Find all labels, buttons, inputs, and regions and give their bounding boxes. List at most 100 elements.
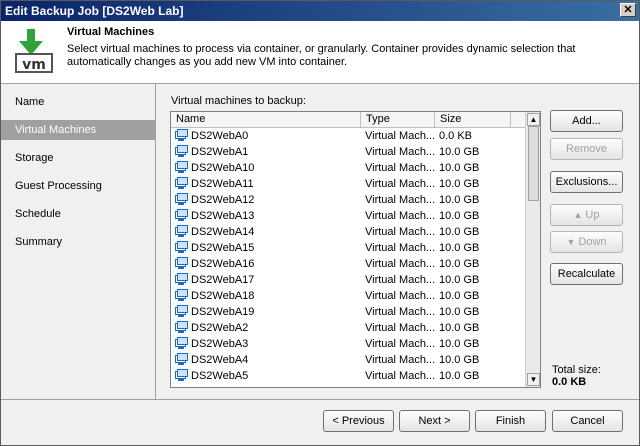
column-header-name[interactable]: Name	[171, 112, 361, 127]
vm-type-cell: Virtual Mach...	[365, 130, 435, 142]
exclusions-button[interactable]: Exclusions...	[550, 171, 623, 193]
remove-button[interactable]: Remove	[550, 138, 623, 160]
nav-item-schedule[interactable]: Schedule	[1, 204, 155, 224]
table-row[interactable]: DS2WebA16 Virtual Mach... 10.0 GB	[171, 256, 526, 272]
add-button[interactable]: Add...	[550, 110, 623, 132]
recalculate-button[interactable]: Recalculate	[550, 263, 623, 285]
table-row[interactable]: DS2WebA1 Virtual Mach... 10.0 GB	[171, 144, 526, 160]
vm-name-cell: DS2WebA19	[175, 304, 361, 320]
vm-name-cell: DS2WebA2	[175, 320, 361, 336]
vm-icon	[175, 145, 188, 157]
column-header-type[interactable]: Type	[361, 112, 435, 127]
vm-name: DS2WebA13	[191, 210, 255, 222]
vm-name: DS2WebA12	[191, 194, 255, 206]
nav-item-storage[interactable]: Storage	[1, 148, 155, 168]
vm-size-cell: 10.0 GB	[439, 322, 480, 334]
vm-type-cell: Virtual Mach...	[365, 194, 435, 206]
nav-item-virtual-machines[interactable]: Virtual Machines	[1, 120, 155, 140]
table-row[interactable]: DS2WebA15 Virtual Mach... 10.0 GB	[171, 240, 526, 256]
previous-button[interactable]: < Previous	[323, 410, 394, 432]
table-row[interactable]: DS2WebA14 Virtual Mach... 10.0 GB	[171, 224, 526, 240]
vm-name-cell: DS2WebA4	[175, 352, 361, 368]
vm-size-cell: 10.0 GB	[439, 274, 480, 286]
vm-icon	[175, 193, 188, 205]
table-row[interactable]: DS2WebA11 Virtual Mach... 10.0 GB	[171, 176, 526, 192]
table-row[interactable]: DS2WebA4 Virtual Mach... 10.0 GB	[171, 352, 526, 368]
vm-size-cell: 10.0 GB	[439, 210, 480, 222]
wizard-nav: Name Virtual Machines Storage Guest Proc…	[1, 84, 156, 399]
vm-type-cell: Virtual Mach...	[365, 162, 435, 174]
vm-type-cell: Virtual Mach...	[365, 242, 435, 254]
vm-icon	[175, 177, 188, 189]
scroll-thumb[interactable]	[528, 126, 539, 201]
vm-icon	[175, 225, 188, 237]
page-description: Select virtual machines to process via c…	[67, 43, 576, 68]
total-size-label: Total size:	[552, 364, 601, 376]
vm-name-cell: DS2WebA13	[175, 208, 361, 224]
vm-list-label: Virtual machines to backup:	[171, 95, 306, 107]
vm-list[interactable]: Name Type Size DS2WebA0 Virtual Mach... 0.…	[170, 111, 541, 388]
vm-size-cell: 10.0 GB	[439, 178, 480, 190]
up-button[interactable]: ▲ Up	[550, 204, 623, 226]
vm-type-cell: Virtual Mach...	[365, 210, 435, 222]
vm-icon	[175, 129, 188, 141]
vm-name-cell: DS2WebA18	[175, 288, 361, 304]
vm-type-cell: Virtual Mach...	[365, 258, 435, 270]
vm-type-cell: Virtual Mach...	[365, 274, 435, 286]
vm-icon	[175, 257, 188, 269]
wizard-header: vm Virtual Machines Select virtual machi…	[1, 21, 639, 84]
cancel-button[interactable]: Cancel	[552, 410, 623, 432]
table-row[interactable]: DS2WebA2 Virtual Mach... 10.0 GB	[171, 320, 526, 336]
vm-type-cell: Virtual Mach...	[365, 370, 435, 382]
total-size-value: 0.0 KB	[552, 376, 587, 388]
table-row[interactable]: DS2WebA17 Virtual Mach... 10.0 GB	[171, 272, 526, 288]
nav-item-name[interactable]: Name	[1, 92, 155, 112]
vm-logo-text: vm	[22, 57, 46, 73]
table-row[interactable]: DS2WebA10 Virtual Mach... 10.0 GB	[171, 160, 526, 176]
vm-icon	[175, 289, 188, 301]
vm-download-icon: vm	[15, 29, 53, 73]
vm-list-header: Name Type Size	[171, 112, 526, 128]
vm-size-cell: 10.0 GB	[439, 242, 480, 254]
vm-name: DS2WebA18	[191, 290, 255, 302]
table-row[interactable]: DS2WebA18 Virtual Mach... 10.0 GB	[171, 288, 526, 304]
column-header-size[interactable]: Size	[435, 112, 511, 127]
finish-button[interactable]: Finish	[475, 410, 546, 432]
next-button[interactable]: Next >	[399, 410, 470, 432]
nav-item-summary[interactable]: Summary	[1, 232, 155, 252]
vm-name: DS2WebA10	[191, 162, 255, 174]
vm-name: DS2WebA15	[191, 242, 255, 254]
vm-icon	[175, 273, 188, 285]
table-row[interactable]: DS2WebA12 Virtual Mach... 10.0 GB	[171, 192, 526, 208]
vm-name-cell: DS2WebA10	[175, 160, 361, 176]
nav-item-guest-processing[interactable]: Guest Processing	[1, 176, 155, 196]
page-title: Virtual Machines	[67, 26, 155, 38]
vm-name-cell: DS2WebA17	[175, 272, 361, 288]
scroll-down-icon[interactable]: ▼	[527, 373, 540, 386]
scroll-up-icon[interactable]: ▲	[527, 113, 540, 126]
vm-name: DS2WebA17	[191, 274, 255, 286]
table-row[interactable]: DS2WebA19 Virtual Mach... 10.0 GB	[171, 304, 526, 320]
title-bar[interactable]: Edit Backup Job [DS2Web Lab] ✕	[1, 1, 639, 21]
vm-name: DS2WebA16	[191, 258, 255, 270]
table-row[interactable]: DS2WebA5 Virtual Mach... 10.0 GB	[171, 368, 526, 384]
window-title: Edit Backup Job [DS2Web Lab]	[5, 4, 184, 18]
vm-list-scrollbar[interactable]: ▲ ▼	[525, 112, 540, 387]
vm-name: DS2WebA5	[191, 370, 249, 382]
vm-name-cell: DS2WebA14	[175, 224, 361, 240]
vm-type-cell: Virtual Mach...	[365, 290, 435, 302]
table-row[interactable]: DS2WebA3 Virtual Mach... 10.0 GB	[171, 336, 526, 352]
vm-type-cell: Virtual Mach...	[365, 146, 435, 158]
vm-size-cell: 10.0 GB	[439, 338, 480, 350]
table-row[interactable]: DS2WebA13 Virtual Mach... 10.0 GB	[171, 208, 526, 224]
table-row[interactable]: DS2WebA0 Virtual Mach... 0.0 KB	[171, 128, 526, 144]
arrow-down-icon: ▼	[566, 237, 576, 247]
vm-type-cell: Virtual Mach...	[365, 322, 435, 334]
vm-type-cell: Virtual Mach...	[365, 178, 435, 190]
down-button[interactable]: ▼ Down	[550, 231, 623, 253]
vm-icon	[175, 209, 188, 221]
close-icon[interactable]: ✕	[620, 3, 636, 17]
footer-divider	[1, 399, 639, 400]
vm-name-cell: DS2WebA1	[175, 144, 361, 160]
vm-size-cell: 10.0 GB	[439, 370, 480, 382]
